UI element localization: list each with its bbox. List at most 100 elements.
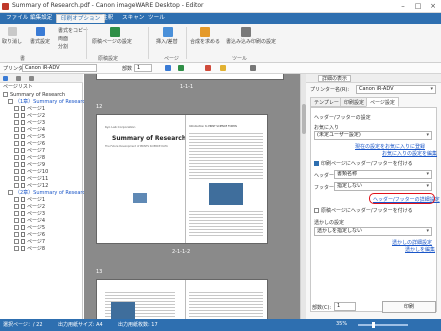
settings-icon[interactable] [250, 65, 256, 71]
header-select[interactable]: 書類名称 ▾ [334, 170, 432, 179]
undo-icon[interactable] [8, 27, 17, 36]
undo-button[interactable]: 取り消し [2, 38, 22, 45]
zoom-slider[interactable] [358, 324, 408, 326]
page-checkbox[interactable] [14, 176, 19, 181]
zoom-slider-thumb[interactable] [372, 322, 375, 328]
settings-apply-icon[interactable] [36, 27, 45, 36]
tree-page-item[interactable]: ページ3 [14, 211, 45, 218]
printer-name-value: Canon iR-ADV [359, 86, 394, 92]
tree-page-item[interactable]: ページ2 [14, 204, 45, 211]
page-checkbox[interactable] [14, 169, 19, 174]
menu-tools[interactable]: ツール [144, 14, 169, 23]
page-checkbox[interactable] [14, 183, 19, 188]
edit-favorite-link[interactable]: お気に入りの設定を編集 [382, 150, 437, 157]
page-checkbox[interactable] [14, 211, 19, 216]
watermark-edit-link[interactable]: 透かしを編集 [405, 246, 435, 253]
tree-page-item[interactable]: ページ5 [14, 225, 45, 232]
tree-page-item[interactable]: ページ6 [14, 141, 45, 148]
tree-page-item[interactable]: ページ8 [14, 155, 45, 162]
tree-group-1[interactable]: （1章）Summary of Research [8, 99, 88, 106]
page-checkbox[interactable] [14, 148, 19, 153]
page-checkbox[interactable] [14, 113, 19, 118]
footer-select[interactable]: 指定しない ▾ [334, 182, 432, 191]
copies-input[interactable]: 1 [134, 64, 152, 72]
tree-page-item[interactable]: ページ4 [14, 218, 45, 225]
close-icon[interactable]: × [426, 1, 440, 11]
tree-page-item[interactable]: ページ3 [14, 120, 45, 127]
menu-annotation[interactable]: 注釈 [98, 14, 117, 23]
watermark-select[interactable]: 透かしを指定しない ▾ [314, 227, 432, 236]
print-button[interactable]: 印刷 [382, 301, 436, 313]
print-hf-checkbox[interactable]: 印刷ページにヘッダー/フッターを付ける [314, 160, 413, 167]
tree-page-item[interactable]: ページ4 [14, 127, 45, 134]
document-canvas[interactable]: 1-1-1 12 Kyo Lab Corporation Summary of … [84, 74, 306, 319]
tree-page-item[interactable]: ページ11 [14, 176, 48, 183]
tree-page-item[interactable]: ページ7 [14, 148, 45, 155]
page-checkbox[interactable] [14, 120, 19, 125]
right-copies-input[interactable]: 1 [334, 302, 356, 311]
tree-page-item[interactable]: ページ8 [14, 246, 45, 253]
tree-group-2[interactable]: （2章）Summary of Research [8, 190, 88, 197]
page-icon [21, 183, 25, 188]
merge-button[interactable]: 合成を求める [190, 38, 220, 45]
split-button[interactable]: 分割 [58, 43, 68, 50]
tree-page-item[interactable]: ページ1 [14, 106, 45, 113]
duplex-button[interactable]: 両面 [58, 35, 68, 42]
tree-page-item[interactable]: ページ7 [14, 239, 45, 246]
detail-button[interactable]: 詳細の表示 [318, 75, 352, 82]
page-checkbox[interactable] [14, 204, 19, 209]
tree-page-item[interactable]: ページ12 [14, 183, 48, 190]
page-checkbox[interactable] [14, 232, 19, 237]
page-settings-icon[interactable] [110, 27, 120, 37]
preview-icon[interactable] [178, 65, 184, 71]
tree-root[interactable]: Summary of Research [3, 92, 65, 99]
page-preview-13[interactable] [96, 279, 268, 319]
orig-hf-checkbox[interactable]: 原稿ページにヘッダー/フッターを付ける [314, 207, 413, 214]
page-list-tool-icon[interactable] [29, 76, 34, 81]
save-favorite-link[interactable]: 現在の設定をお気に入りに登録 [355, 143, 425, 150]
maximize-icon[interactable]: □ [411, 1, 425, 11]
print-icon[interactable] [165, 65, 171, 71]
header-label: ヘッダー: [314, 173, 336, 179]
page-checkbox[interactable] [14, 155, 19, 160]
page-checkbox[interactable] [14, 246, 19, 251]
insert-icon[interactable] [163, 27, 173, 37]
tab-print-settings[interactable]: 印刷設定 [340, 97, 369, 107]
page-checkbox[interactable] [14, 134, 19, 139]
page-checkbox[interactable] [14, 127, 19, 132]
print-settings-button[interactable]: 書込み込み印刷の設定 [226, 38, 276, 45]
settings-copy-button[interactable]: 書式をコピー [58, 27, 88, 34]
print-settings-icon[interactable] [241, 27, 251, 37]
page-checkbox[interactable] [14, 141, 19, 146]
page-checkbox[interactable] [14, 225, 19, 230]
watermark-detail-link[interactable]: 透かしの詳細設定 [392, 239, 432, 246]
tree-page-item[interactable]: ページ2 [14, 113, 45, 120]
page-preview-previous[interactable] [96, 74, 284, 80]
page-checkbox[interactable] [14, 239, 19, 244]
page-list-tool-icon[interactable] [3, 76, 8, 81]
page-checkbox[interactable] [14, 197, 19, 202]
page-checkbox[interactable] [14, 162, 19, 167]
tree-page-item[interactable]: ページ10 [14, 169, 48, 176]
tree-page-item[interactable]: ページ5 [14, 134, 45, 141]
page-checkbox[interactable] [14, 106, 19, 111]
insert-button[interactable]: 挿入/差替 [156, 38, 178, 45]
folder-icon[interactable] [220, 65, 226, 71]
tree-page-item[interactable]: ページ6 [14, 232, 45, 239]
tree-page-item[interactable]: ページ1 [14, 197, 45, 204]
menu-edit-settings[interactable]: 編集設定 [26, 14, 56, 23]
page-list-tool-icon[interactable] [16, 76, 21, 81]
minimize-icon[interactable]: – [396, 1, 410, 11]
printer-name-select[interactable]: Canon iR-ADV ▾ [356, 85, 436, 94]
tab-page-settings[interactable]: ページ設定 [366, 97, 399, 107]
printer-select[interactable]: Canon iR-ADV [22, 64, 97, 72]
merge-icon[interactable] [200, 27, 210, 37]
tree-page-item[interactable]: ページ9 [14, 162, 45, 169]
page-preview-12[interactable]: Kyo Lab Corporation Summary of Research … [96, 114, 268, 244]
page-checkbox[interactable] [14, 218, 19, 223]
stop-icon[interactable] [205, 65, 211, 71]
favorites-select[interactable]: (未定ユーザー設定) ▾ [314, 131, 432, 140]
settings-apply-button[interactable]: 書式設定 [30, 38, 50, 45]
tree-page-label: ページ2 [27, 204, 46, 210]
page-settings-button[interactable]: 原稿ページの設定 [92, 38, 132, 45]
